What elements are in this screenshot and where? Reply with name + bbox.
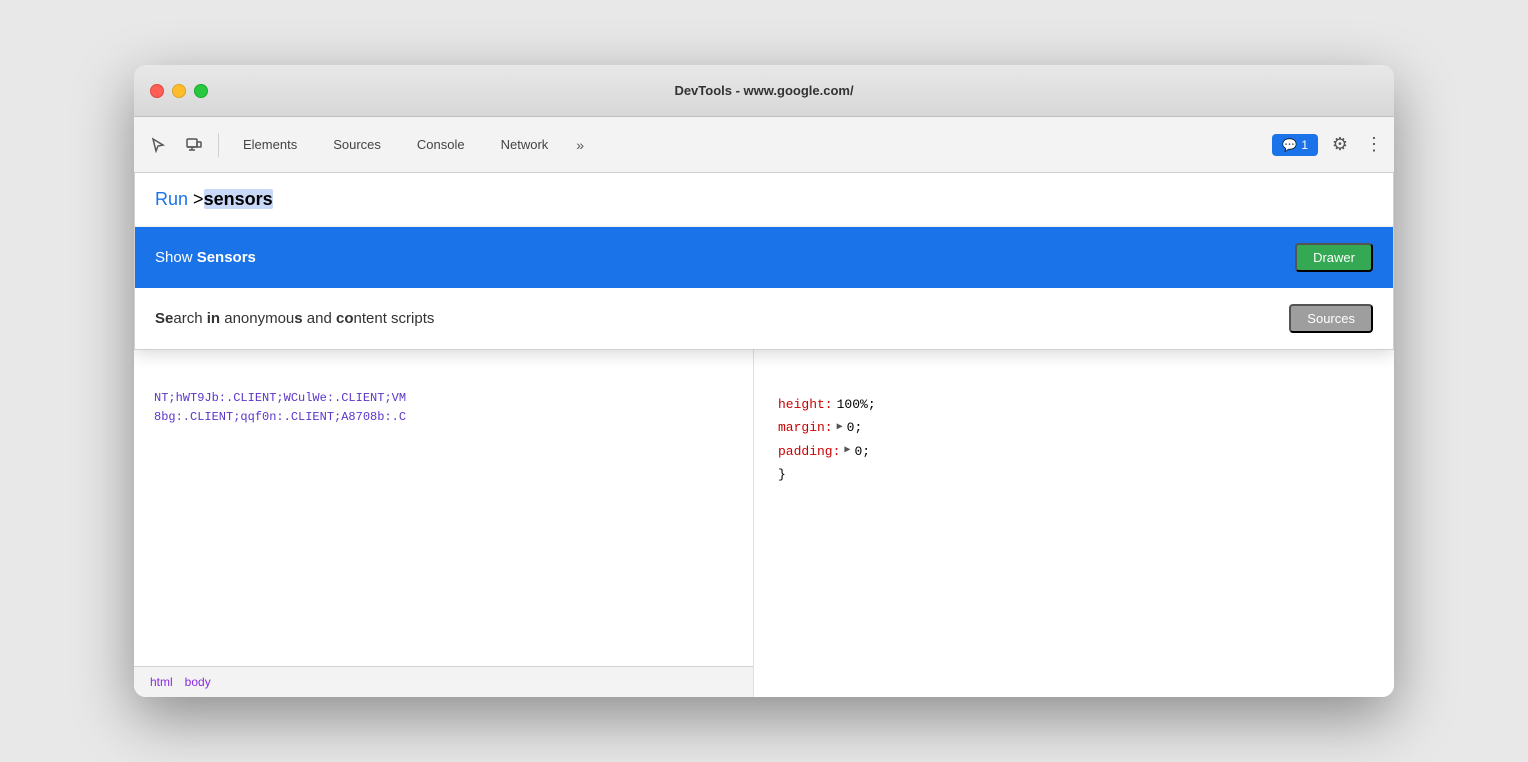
css-rule-margin: margin: ▶ 0; xyxy=(778,416,1370,439)
window-title: DevTools - www.google.com/ xyxy=(674,83,853,98)
css-prop-height: height: xyxy=(778,393,833,416)
run-label: Run xyxy=(155,189,188,209)
device-icon[interactable] xyxy=(178,129,210,161)
messages-badge-button[interactable]: 💬 1 xyxy=(1272,134,1318,156)
sensors-highlight: Sensors xyxy=(197,249,256,266)
css-rule-padding: padding: ▶ 0; xyxy=(778,440,1370,463)
right-panel: height: 100%; margin: ▶ 0; padding: ▶ 0;… xyxy=(754,373,1394,697)
sources-badge-button[interactable]: Sources xyxy=(1289,304,1373,333)
css-value-margin: 0; xyxy=(847,416,863,439)
minimize-button[interactable] xyxy=(172,84,186,98)
tab-elements[interactable]: Elements xyxy=(227,131,313,158)
command-highlight: sensors xyxy=(204,189,273,209)
badge-count: 1 xyxy=(1301,138,1308,152)
css-rule-height: height: 100%; xyxy=(778,393,1370,416)
overflow-menu-button[interactable]: ⋮ xyxy=(1362,129,1386,161)
code-line-2: 8bg:.CLIENT;qqf0n:.CLIENT;A8708b:.C xyxy=(154,408,733,427)
maximize-button[interactable] xyxy=(194,84,208,98)
result-search-scripts[interactable]: Search in anonymous and content scripts … xyxy=(135,288,1393,349)
separator xyxy=(218,133,219,157)
css-value-padding: 0; xyxy=(854,440,870,463)
devtools-window: DevTools - www.google.com/ xyxy=(134,65,1394,697)
tab-sources[interactable]: Sources xyxy=(317,131,397,158)
traffic-lights xyxy=(150,84,208,98)
result-search-text: Search in anonymous and content scripts xyxy=(155,310,1289,327)
settings-button[interactable]: ⚙ xyxy=(1324,129,1356,161)
devtools-container: Elements Sources Console Network » 💬 1 ⚙ xyxy=(134,117,1394,697)
css-prop-padding: padding: xyxy=(778,440,840,463)
breadcrumb-body[interactable]: body xyxy=(185,675,211,689)
result-show-sensors[interactable]: Show Sensors Drawer xyxy=(135,227,1393,288)
breadcrumb-html[interactable]: html xyxy=(150,675,173,689)
command-input-row[interactable]: Run >sensors xyxy=(135,173,1393,227)
css-closing-brace: } xyxy=(778,463,1370,486)
code-line-1: NT;hWT9Jb:.CLIENT;WCulWe:.CLIENT;VM xyxy=(154,389,733,408)
close-button[interactable] xyxy=(150,84,164,98)
command-prefix: > xyxy=(193,189,204,209)
toolbar-right: 💬 1 ⚙ ⋮ xyxy=(1272,129,1386,161)
drawer-badge-button[interactable]: Drawer xyxy=(1295,243,1373,272)
title-bar: DevTools - www.google.com/ xyxy=(134,65,1394,117)
main-content: Run >sensors Show Sensors Drawer Search … xyxy=(134,173,1394,697)
command-text: sensors xyxy=(204,189,273,209)
padding-triangle-icon[interactable]: ▶ xyxy=(844,442,850,460)
cursor-icon[interactable] xyxy=(142,129,174,161)
command-palette: Run >sensors Show Sensors Drawer Search … xyxy=(134,173,1394,350)
css-value-height: 100%; xyxy=(837,393,876,416)
margin-triangle-icon[interactable]: ▶ xyxy=(837,419,843,437)
ellipsis-icon: ⋮ xyxy=(1365,134,1383,155)
message-icon: 💬 xyxy=(1282,138,1297,152)
more-tabs-button[interactable]: » xyxy=(568,133,592,157)
gear-icon: ⚙ xyxy=(1332,134,1348,155)
code-area: NT;hWT9Jb:.CLIENT;WCulWe:.CLIENT;VM 8bg:… xyxy=(134,373,753,666)
css-prop-margin: margin: xyxy=(778,416,833,439)
toolbar: Elements Sources Console Network » 💬 1 ⚙ xyxy=(134,117,1394,173)
tab-network[interactable]: Network xyxy=(485,131,565,158)
breadcrumb-bar: html body xyxy=(134,666,753,697)
result-show-sensors-text: Show Sensors xyxy=(155,249,1295,266)
tab-console[interactable]: Console xyxy=(401,131,481,158)
